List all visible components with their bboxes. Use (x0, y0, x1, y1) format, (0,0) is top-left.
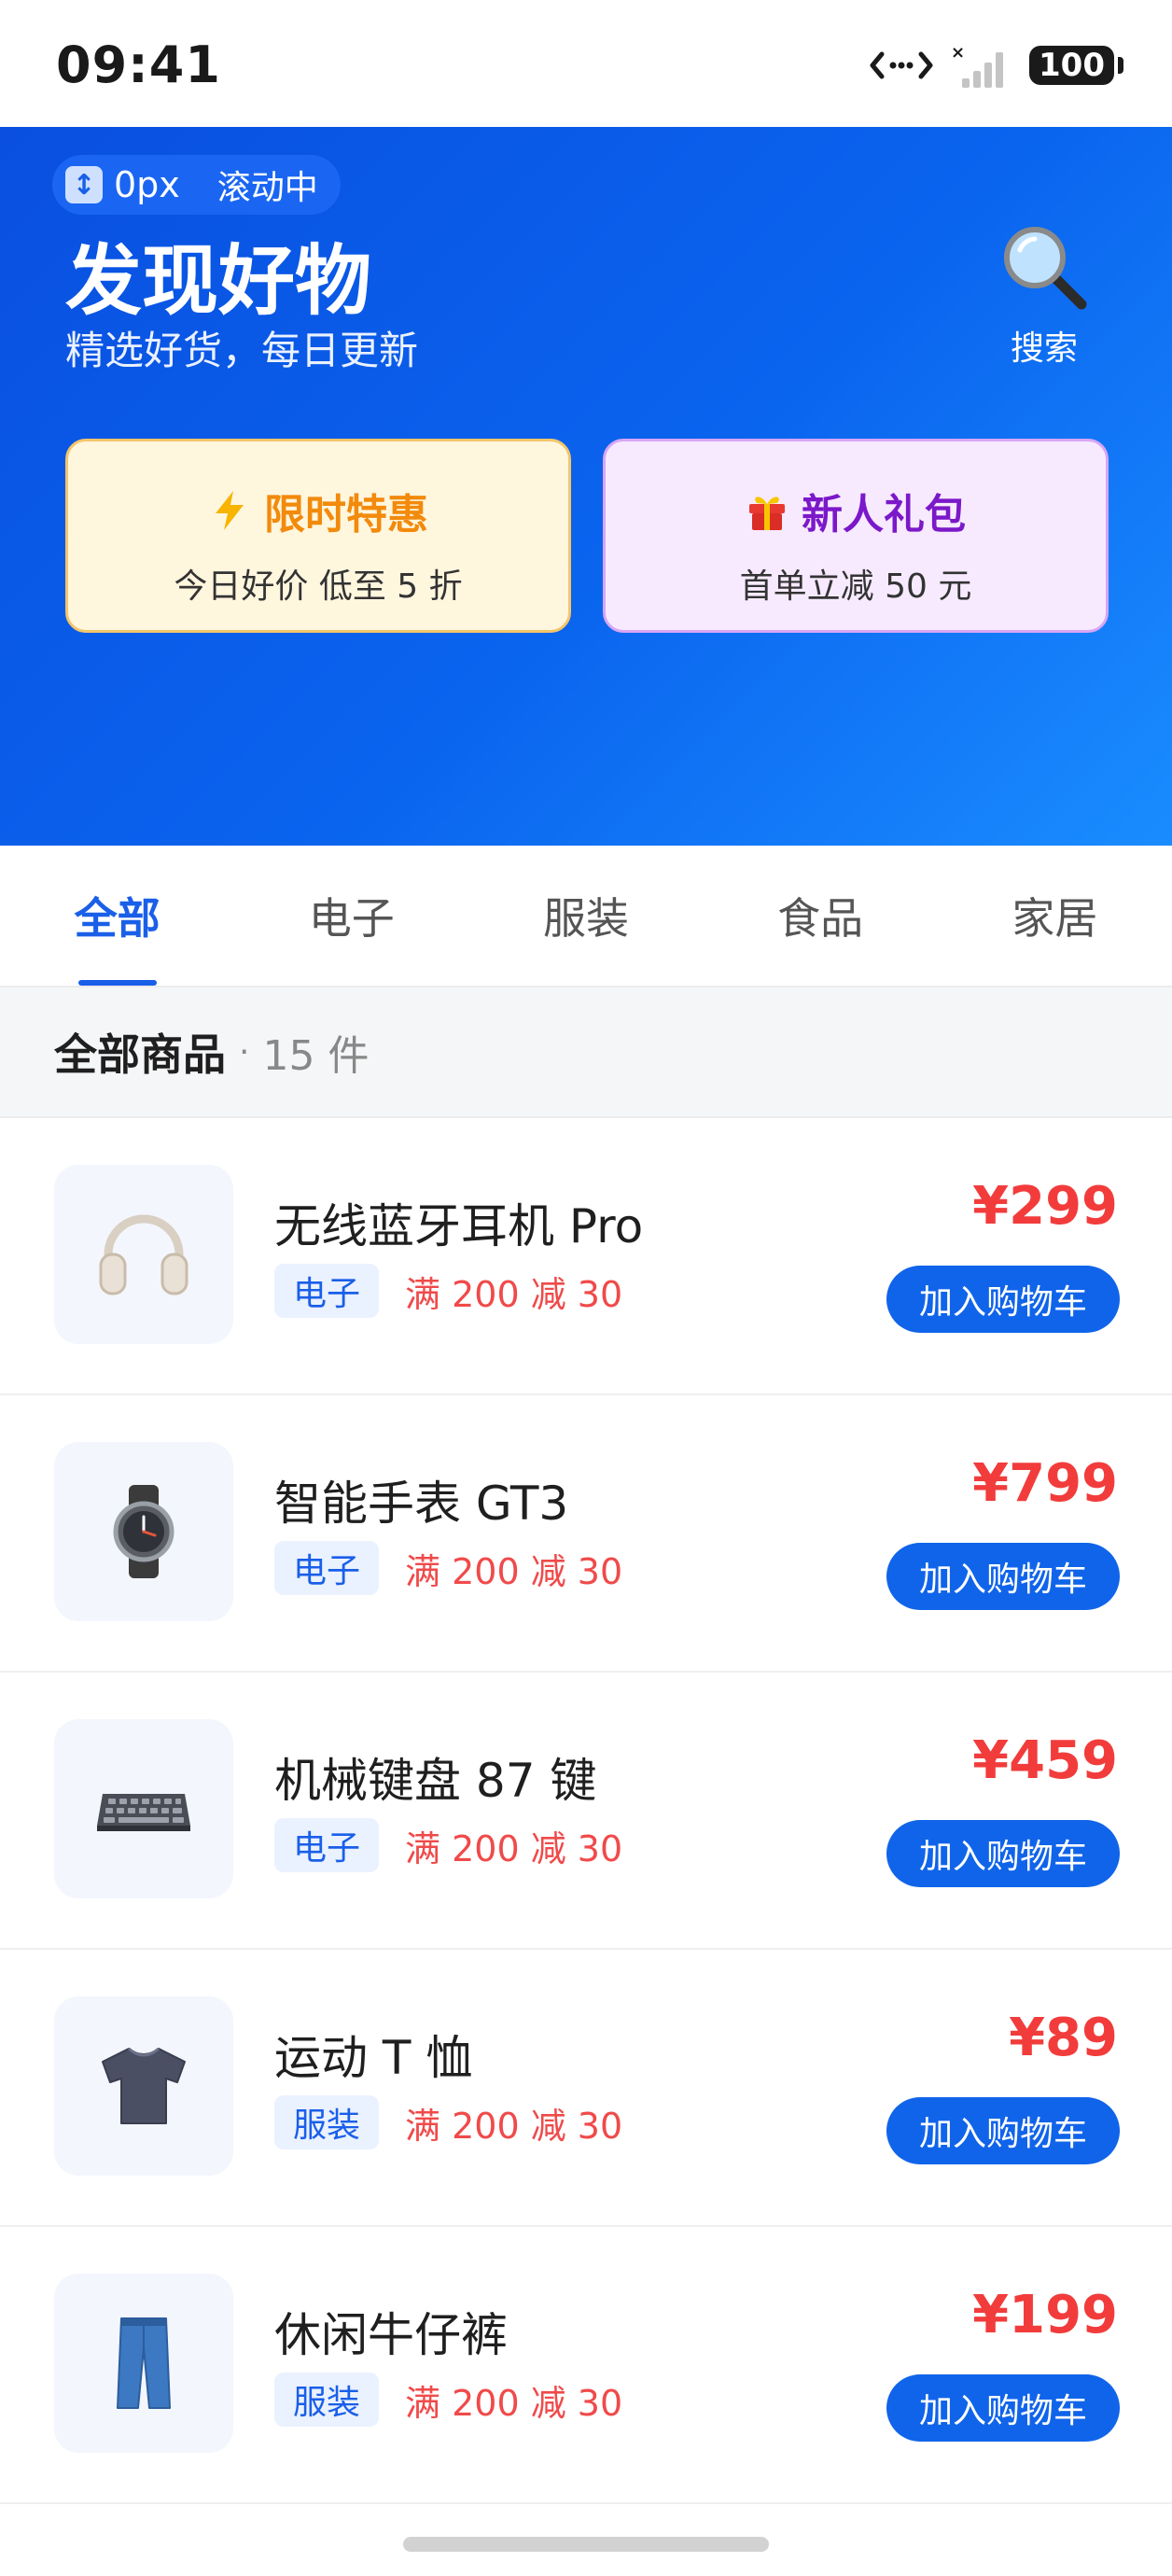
product-price: ¥459 (972, 1730, 1118, 1791)
promo-desc: 首单立减 50 元 (739, 567, 972, 606)
product-name: 休闲牛仔裤 (274, 2308, 508, 2362)
product-item[interactable]: 运动 T 恤 服装 满 200 减 30 ¥89 加入购物车 (0, 1950, 1172, 2227)
promo-title-text: 新人礼包 (802, 491, 966, 539)
category-tag: 电子 (274, 1264, 380, 1318)
svg-text:×: × (951, 43, 965, 63)
search-label: 搜索 (1010, 329, 1078, 368)
product-item[interactable]: 无线蓝牙耳机 Pro 电子 满 200 减 30 ¥299 加入购物车 (0, 1118, 1172, 1395)
product-price: ¥89 (1009, 2008, 1118, 2068)
product-thumbnail (54, 1165, 233, 1344)
promo-title: 新人礼包 (606, 481, 1106, 540)
home-indicator[interactable] (403, 2537, 769, 2552)
product-name: 智能手表 GT3 (274, 1477, 569, 1531)
product-tags: 服装 满 200 减 30 (274, 2095, 622, 2149)
scroll-indicator: ↕ 0px 滚动中 (52, 155, 341, 215)
product-thumbnail (54, 1996, 233, 2176)
page-title: 发现好物 (65, 237, 372, 326)
page-subtitle: 精选好货，每日更新 (65, 328, 419, 373)
product-price: ¥299 (972, 1176, 1118, 1237)
product-thumbnail (54, 2274, 233, 2453)
product-item[interactable]: 休闲牛仔裤 服装 满 200 减 30 ¥199 加入购物车 (0, 2227, 1172, 2504)
category-tag: 电子 (274, 1541, 380, 1595)
discount-tag: 满 200 减 30 (405, 1273, 623, 1315)
tshirt-icon (102, 2047, 186, 2124)
product-list: 无线蓝牙耳机 Pro 电子 满 200 减 30 ¥299 加入购物车 智能手表… (0, 1118, 1172, 2504)
add-to-cart-button[interactable]: 加入购物车 (886, 1543, 1120, 1610)
watch-icon (113, 1485, 174, 1578)
product-name: 机械键盘 87 键 (274, 1754, 597, 1808)
status-bar: 09:41 × 100 (0, 0, 1172, 127)
scroll-offset-value: 0px (114, 164, 180, 205)
promo-desc: 今日好价 低至 5 折 (174, 567, 463, 606)
discount-tag: 满 200 减 30 (405, 2105, 623, 2147)
promo-card-new-user-gift[interactable]: 新人礼包 首单立减 50 元 (603, 439, 1109, 633)
battery-level: 100 (1039, 47, 1105, 84)
product-price: ¥799 (972, 1453, 1118, 1514)
network-icon (870, 51, 933, 79)
product-tags: 电子 满 200 减 30 (274, 1818, 622, 1872)
add-to-cart-button[interactable]: 加入购物车 (886, 1820, 1120, 1887)
product-count: 15 件 (262, 1032, 370, 1080)
scroll-offset: ↕ 0px (65, 164, 180, 205)
tab-food[interactable]: 食品 (704, 846, 938, 986)
add-to-cart-button[interactable]: 加入购物车 (886, 2097, 1120, 2164)
product-name: 运动 T 恤 (274, 2031, 473, 2085)
discount-tag: 满 200 减 30 (405, 1827, 623, 1869)
product-item[interactable]: 智能手表 GT3 电子 满 200 减 30 ¥799 加入购物车 (0, 1395, 1172, 1673)
add-to-cart-button[interactable]: 加入购物车 (886, 1266, 1120, 1333)
tab-all[interactable]: 全部 (0, 846, 234, 986)
product-item[interactable]: 机械键盘 87 键 电子 满 200 减 30 ¥459 加入购物车 (0, 1673, 1172, 1950)
product-tags: 服装 满 200 减 30 (274, 2373, 622, 2427)
keyboard-icon (97, 1794, 190, 1831)
promo-title: 限时特惠 (68, 481, 568, 540)
product-thumbnail (54, 1442, 233, 1621)
hero-banner: ↕ 0px 滚动中 发现好物 精选好货，每日更新 搜索 限时特惠 今日好价 低至… (0, 127, 1172, 846)
lightning-icon (216, 491, 244, 530)
up-down-arrow-icon: ↕ (65, 166, 103, 203)
scroll-state: 滚动中 (216, 169, 318, 207)
tab-home[interactable]: 家居 (938, 846, 1172, 986)
gift-icon (749, 497, 785, 530)
tab-electronics[interactable]: 电子 (234, 846, 468, 986)
section-title: 全部商品 (54, 1029, 226, 1080)
tab-clothing[interactable]: 服装 (468, 846, 703, 986)
category-tag: 服装 (274, 2373, 380, 2427)
promo-card-flash-sale[interactable]: 限时特惠 今日好价 低至 5 折 (65, 439, 571, 633)
jeans-icon (117, 2317, 171, 2409)
discount-tag: 满 200 减 30 (405, 2382, 623, 2424)
category-tag: 电子 (274, 1818, 380, 1872)
section-separator: · (239, 1032, 250, 1071)
search-icon (1004, 227, 1087, 310)
product-tags: 电子 满 200 减 30 (274, 1541, 622, 1595)
product-tags: 电子 满 200 减 30 (274, 1264, 622, 1318)
product-name: 无线蓝牙耳机 Pro (274, 1199, 644, 1253)
promo-title-text: 限时特惠 (264, 491, 428, 539)
headphones-icon (99, 1214, 188, 1295)
category-tag: 服装 (274, 2095, 380, 2149)
product-price: ¥199 (972, 2285, 1118, 2345)
add-to-cart-button[interactable]: 加入购物车 (886, 2374, 1120, 2442)
discount-tag: 满 200 减 30 (405, 1550, 623, 1592)
product-thumbnail (54, 1719, 233, 1898)
search-button[interactable]: 搜索 (984, 220, 1105, 370)
signal-icon: × (951, 43, 1004, 88)
battery-icon: 100 (1029, 46, 1123, 85)
status-time: 09:41 (56, 35, 221, 94)
category-tabs: 全部 电子 服装 食品 家居 (0, 846, 1172, 987)
section-header: 全部商品 · 15 件 (0, 987, 1172, 1118)
status-icons: × 100 (869, 41, 1123, 90)
